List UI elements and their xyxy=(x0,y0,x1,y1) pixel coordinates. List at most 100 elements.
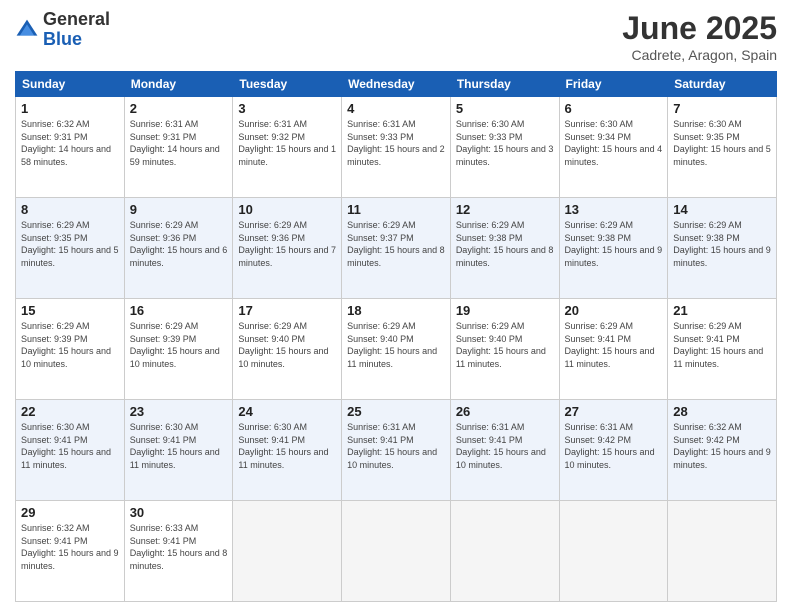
day-info: Sunrise: 6:29 AMSunset: 9:40 PMDaylight:… xyxy=(347,320,445,370)
day-number: 24 xyxy=(238,404,336,419)
col-wednesday: Wednesday xyxy=(342,72,451,97)
table-row: 24 Sunrise: 6:30 AMSunset: 9:41 PMDayligh… xyxy=(233,400,342,501)
day-info: Sunrise: 6:29 AMSunset: 9:38 PMDaylight:… xyxy=(456,219,554,269)
day-info: Sunrise: 6:32 AMSunset: 9:31 PMDaylight:… xyxy=(21,118,119,168)
table-row: 9 Sunrise: 6:29 AMSunset: 9:36 PMDaylight… xyxy=(124,198,233,299)
header: General Blue June 2025 Cadrete, Aragon, … xyxy=(15,10,777,63)
table-row: 29 Sunrise: 6:32 AMSunset: 9:41 PMDayligh… xyxy=(16,501,125,602)
day-info: Sunrise: 6:30 AMSunset: 9:33 PMDaylight:… xyxy=(456,118,554,168)
day-number: 2 xyxy=(130,101,228,116)
day-info: Sunrise: 6:29 AMSunset: 9:36 PMDaylight:… xyxy=(238,219,336,269)
day-number: 7 xyxy=(673,101,771,116)
table-row: 1 Sunrise: 6:32 AMSunset: 9:31 PMDaylight… xyxy=(16,97,125,198)
day-info: Sunrise: 6:31 AMSunset: 9:33 PMDaylight:… xyxy=(347,118,445,168)
day-number: 30 xyxy=(130,505,228,520)
title-block: June 2025 Cadrete, Aragon, Spain xyxy=(622,10,777,63)
month-title: June 2025 xyxy=(622,10,777,47)
table-row: 7Sunrise: 6:30 AMSunset: 9:35 PMDaylight… xyxy=(668,97,777,198)
table-row xyxy=(450,501,559,602)
calendar: Sunday Monday Tuesday Wednesday Thursday… xyxy=(15,71,777,602)
col-sunday: Sunday xyxy=(16,72,125,97)
calendar-row: 15Sunrise: 6:29 AMSunset: 9:39 PMDayligh… xyxy=(16,299,777,400)
col-friday: Friday xyxy=(559,72,668,97)
col-tuesday: Tuesday xyxy=(233,72,342,97)
day-number: 4 xyxy=(347,101,445,116)
page: General Blue June 2025 Cadrete, Aragon, … xyxy=(0,0,792,612)
table-row: 11Sunrise: 6:29 AMSunset: 9:37 PMDayligh… xyxy=(342,198,451,299)
table-row: 23 Sunrise: 6:30 AMSunset: 9:41 PMDayligh… xyxy=(124,400,233,501)
calendar-header-row: Sunday Monday Tuesday Wednesday Thursday… xyxy=(16,72,777,97)
day-number: 18 xyxy=(347,303,445,318)
day-info: Sunrise: 6:29 AMSunset: 9:35 PMDaylight:… xyxy=(21,219,119,269)
table-row: 19Sunrise: 6:29 AMSunset: 9:40 PMDayligh… xyxy=(450,299,559,400)
table-row: 4 Sunrise: 6:31 AMSunset: 9:33 PMDaylight… xyxy=(342,97,451,198)
logo-text: General Blue xyxy=(43,10,110,50)
day-info: Sunrise: 6:33 AMSunset: 9:41 PMDaylight:… xyxy=(130,522,228,572)
table-row xyxy=(559,501,668,602)
day-number: 10 xyxy=(238,202,336,217)
table-row: 30 Sunrise: 6:33 AMSunset: 9:41 PMDayligh… xyxy=(124,501,233,602)
day-info: Sunrise: 6:29 AMSunset: 9:41 PMDaylight:… xyxy=(565,320,663,370)
table-row xyxy=(342,501,451,602)
day-info: Sunrise: 6:32 AMSunset: 9:41 PMDaylight:… xyxy=(21,522,119,572)
col-thursday: Thursday xyxy=(450,72,559,97)
day-info: Sunrise: 6:31 AMSunset: 9:31 PMDaylight:… xyxy=(130,118,228,168)
table-row: 14 Sunrise: 6:29 AMSunset: 9:38 PMDayligh… xyxy=(668,198,777,299)
logo-icon xyxy=(15,18,39,42)
day-info: Sunrise: 6:29 AMSunset: 9:40 PMDaylight:… xyxy=(238,320,336,370)
logo: General Blue xyxy=(15,10,110,50)
table-row: 5 Sunrise: 6:30 AMSunset: 9:33 PMDaylight… xyxy=(450,97,559,198)
table-row: 22 Sunrise: 6:30 AMSunset: 9:41 PMDayligh… xyxy=(16,400,125,501)
day-info: Sunrise: 6:31 AMSunset: 9:41 PMDaylight:… xyxy=(456,421,554,471)
calendar-row: 8 Sunrise: 6:29 AMSunset: 9:35 PMDaylight… xyxy=(16,198,777,299)
day-info: Sunrise: 6:31 AMSunset: 9:32 PMDaylight:… xyxy=(238,118,336,168)
day-info: Sunrise: 6:30 AMSunset: 9:41 PMDaylight:… xyxy=(21,421,119,471)
table-row: 28Sunrise: 6:32 AMSunset: 9:42 PMDayligh… xyxy=(668,400,777,501)
day-info: Sunrise: 6:29 AMSunset: 9:38 PMDaylight:… xyxy=(673,219,771,269)
table-row: 20 Sunrise: 6:29 AMSunset: 9:41 PMDayligh… xyxy=(559,299,668,400)
table-row xyxy=(668,501,777,602)
day-number: 1 xyxy=(21,101,119,116)
day-info: Sunrise: 6:29 AMSunset: 9:36 PMDaylight:… xyxy=(130,219,228,269)
table-row: 10 Sunrise: 6:29 AMSunset: 9:36 PMDayligh… xyxy=(233,198,342,299)
logo-blue: Blue xyxy=(43,30,110,50)
day-number: 13 xyxy=(565,202,663,217)
day-number: 22 xyxy=(21,404,119,419)
table-row: 13 Sunrise: 6:29 AMSunset: 9:38 PMDayligh… xyxy=(559,198,668,299)
day-number: 14 xyxy=(673,202,771,217)
col-monday: Monday xyxy=(124,72,233,97)
day-info: Sunrise: 6:29 AMSunset: 9:38 PMDaylight:… xyxy=(565,219,663,269)
day-info: Sunrise: 6:31 AMSunset: 9:42 PMDaylight:… xyxy=(565,421,663,471)
day-number: 23 xyxy=(130,404,228,419)
day-number: 21 xyxy=(673,303,771,318)
table-row: 18 Sunrise: 6:29 AMSunset: 9:40 PMDayligh… xyxy=(342,299,451,400)
logo-general: General xyxy=(43,10,110,30)
table-row: 3 Sunrise: 6:31 AMSunset: 9:32 PMDaylight… xyxy=(233,97,342,198)
day-number: 11 xyxy=(347,202,445,217)
day-number: 12 xyxy=(456,202,554,217)
day-info: Sunrise: 6:29 AMSunset: 9:40 PMDaylight:… xyxy=(456,320,554,370)
day-info: Sunrise: 6:29 AMSunset: 9:39 PMDaylight:… xyxy=(21,320,119,370)
table-row: 8 Sunrise: 6:29 AMSunset: 9:35 PMDaylight… xyxy=(16,198,125,299)
day-number: 8 xyxy=(21,202,119,217)
day-info: Sunrise: 6:30 AMSunset: 9:41 PMDaylight:… xyxy=(130,421,228,471)
day-number: 20 xyxy=(565,303,663,318)
day-number: 17 xyxy=(238,303,336,318)
day-info: Sunrise: 6:30 AMSunset: 9:41 PMDaylight:… xyxy=(238,421,336,471)
day-number: 3 xyxy=(238,101,336,116)
day-number: 26 xyxy=(456,404,554,419)
table-row: 27Sunrise: 6:31 AMSunset: 9:42 PMDayligh… xyxy=(559,400,668,501)
table-row: 21Sunrise: 6:29 AMSunset: 9:41 PMDayligh… xyxy=(668,299,777,400)
table-row: 6Sunrise: 6:30 AMSunset: 9:34 PMDaylight… xyxy=(559,97,668,198)
day-number: 28 xyxy=(673,404,771,419)
col-saturday: Saturday xyxy=(668,72,777,97)
day-number: 5 xyxy=(456,101,554,116)
calendar-row: 29 Sunrise: 6:32 AMSunset: 9:41 PMDayligh… xyxy=(16,501,777,602)
calendar-row: 1 Sunrise: 6:32 AMSunset: 9:31 PMDaylight… xyxy=(16,97,777,198)
day-number: 29 xyxy=(21,505,119,520)
day-number: 9 xyxy=(130,202,228,217)
day-number: 6 xyxy=(565,101,663,116)
table-row: 12 Sunrise: 6:29 AMSunset: 9:38 PMDayligh… xyxy=(450,198,559,299)
table-row: 25Sunrise: 6:31 AMSunset: 9:41 PMDayligh… xyxy=(342,400,451,501)
day-info: Sunrise: 6:31 AMSunset: 9:41 PMDaylight:… xyxy=(347,421,445,471)
